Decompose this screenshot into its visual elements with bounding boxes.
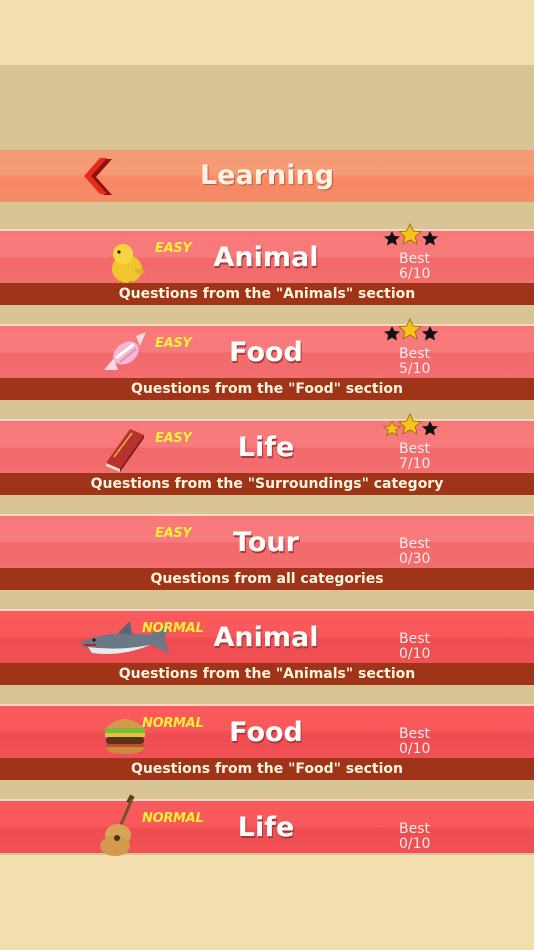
background-top xyxy=(0,0,534,65)
best-score: 7/10 xyxy=(399,456,431,472)
best-label: Best xyxy=(399,631,431,647)
quiz-row-easy-animal[interactable]: EASY Animal Best 6/10 Questions from the… xyxy=(0,223,534,305)
background-bottom xyxy=(0,855,534,950)
category-title: Food xyxy=(229,337,303,368)
best-label: Best xyxy=(399,821,431,837)
star-icon xyxy=(398,413,422,435)
category-title: Animal xyxy=(213,622,319,653)
header-bar: Learning xyxy=(0,150,534,202)
category-title: Food xyxy=(229,717,303,748)
star-icon xyxy=(422,231,438,246)
best-label: Best xyxy=(399,346,431,362)
best-score: 0/10 xyxy=(399,646,431,662)
page-title: Learning xyxy=(199,160,335,191)
star-icon xyxy=(422,326,438,341)
category-title: Life xyxy=(237,432,295,463)
category-title: Tour xyxy=(233,527,299,558)
category-caption: Questions from the "Animals" section xyxy=(0,283,534,305)
best-score: 5/10 xyxy=(399,361,431,377)
stars-rating xyxy=(384,223,438,246)
quiz-row-easy-life[interactable]: EASY Life Best 7/10 Questions from the "… xyxy=(0,413,534,495)
category-title: Life xyxy=(237,812,295,843)
quiz-row-normal-animal[interactable]: NORMAL Animal Best 0/10 Questions from t… xyxy=(0,609,534,685)
quiz-row-normal-life[interactable]: NORMAL Life Best 0/10 xyxy=(0,794,534,856)
category-caption: Questions from the "Food" section xyxy=(0,758,534,780)
quiz-row-easy-food[interactable]: EASY Food Best 5/10 Questions from the "… xyxy=(0,318,534,400)
quiz-row-easy-tour[interactable]: EASY Tour Best 0/30 Questions from all c… xyxy=(0,514,534,590)
star-icon xyxy=(384,326,400,341)
best-label: Best xyxy=(399,536,431,552)
category-caption: Questions from all categories xyxy=(0,568,534,590)
candy-icon xyxy=(104,332,146,370)
best-score: 6/10 xyxy=(399,266,431,282)
book-icon xyxy=(106,429,144,472)
star-icon xyxy=(383,420,401,437)
guitar-icon xyxy=(100,794,135,856)
category-caption: Questions from the "Surroundings" catego… xyxy=(0,473,534,495)
best-label: Best xyxy=(399,726,431,742)
category-caption: Questions from the "Animals" section xyxy=(0,663,534,685)
category-caption: Questions from the "Food" section xyxy=(0,378,534,400)
quiz-row-normal-food[interactable]: NORMAL Food Best 0/10 Questions from the… xyxy=(0,704,534,780)
best-score: 0/30 xyxy=(399,551,431,567)
best-score: 0/10 xyxy=(399,836,431,852)
stars-rating xyxy=(384,318,438,341)
star-icon xyxy=(398,318,422,340)
star-icon xyxy=(398,223,422,245)
best-score: 0/10 xyxy=(399,741,431,757)
star-icon xyxy=(384,231,400,246)
best-label: Best xyxy=(399,251,431,267)
category-title: Animal xyxy=(213,242,319,273)
stars-rating xyxy=(383,413,438,437)
star-icon xyxy=(422,421,438,436)
best-label: Best xyxy=(399,441,431,457)
chick-icon xyxy=(107,244,145,285)
